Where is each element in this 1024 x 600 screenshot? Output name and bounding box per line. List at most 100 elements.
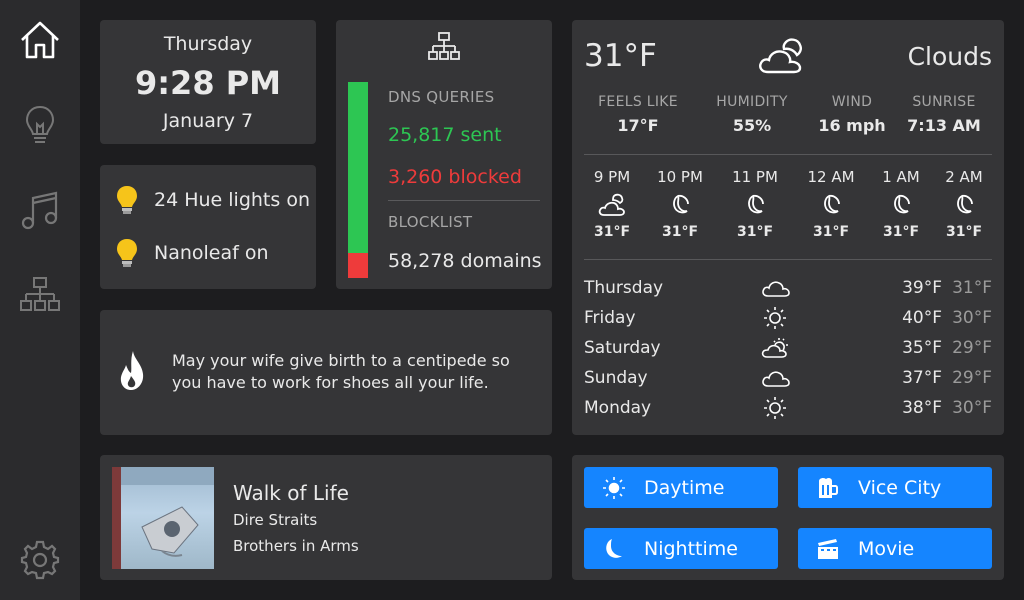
daytime-scene-button[interactable]: Daytime: [584, 467, 778, 508]
forecast-high: 40°F: [902, 308, 942, 328]
music-icon[interactable]: [16, 186, 64, 234]
nanoleaf-row[interactable]: Nanoleaf on: [116, 238, 269, 268]
sidebar: [0, 0, 80, 600]
hour-temp: 31°F: [945, 224, 983, 240]
cloud-moon-icon: [759, 38, 802, 74]
stat-value: 7:13 AM: [907, 116, 981, 135]
sun-icon: [764, 397, 786, 419]
fire-icon: [120, 351, 144, 390]
bulb-icon: [117, 239, 137, 267]
gear-icon[interactable]: [16, 536, 64, 584]
dns-card: DNS QUERIES 25,817 sent 3,260 blocked BL…: [336, 20, 552, 289]
bulb-icon[interactable]: [16, 100, 64, 148]
stat-label: SUNRISE: [912, 94, 976, 110]
stat-sunrise: SUNRISE 7:13 AM: [894, 94, 994, 135]
forecast-high: 37°F: [902, 368, 942, 388]
moon-icon: [894, 194, 910, 214]
cloud-icon: [762, 371, 790, 387]
stat-label: WIND: [831, 94, 873, 110]
clock-day: Thursday: [163, 33, 253, 55]
moon-icon: [673, 194, 689, 214]
hour-time: 11 PM: [732, 168, 778, 186]
dns-blocked-bar: [348, 253, 368, 278]
hourly-item: 12 AM 31°F: [801, 168, 861, 240]
hour-temp: 31°F: [661, 224, 699, 240]
forecast-high: 35°F: [902, 338, 942, 358]
forecast-day: Thursday: [584, 278, 664, 298]
movie-scene-button[interactable]: Movie: [798, 528, 992, 569]
partly-cloudy-icon: [761, 338, 788, 358]
network-icon: [428, 32, 460, 60]
track-artist: Dire Straits: [233, 511, 318, 529]
clock-time: 9:28 PM: [134, 64, 282, 102]
vice-city-scene-button[interactable]: Vice City: [798, 467, 992, 508]
stat-value: 17°F: [617, 116, 659, 135]
nanoleaf-label: Nanoleaf on: [154, 242, 269, 264]
hour-temp: 31°F: [882, 224, 920, 240]
hue-lights-row[interactable]: 24 Hue lights on: [116, 185, 310, 215]
quote-text: May your wife give birth to a centipede …: [172, 351, 510, 392]
hour-time: 10 PM: [657, 168, 703, 186]
nighttime-label: Nighttime: [644, 537, 738, 560]
hue-lights-label: 24 Hue lights on: [154, 189, 310, 211]
dns-sent-value: 25,817 sent: [388, 124, 502, 146]
hourly-item: 11 PM 31°F: [725, 168, 785, 240]
hour-temp: 31°F: [593, 224, 631, 240]
hour-time: 9 PM: [593, 168, 631, 186]
weather-card: 31°F Clouds FEELS LIKE 17°F HUMIDITY 55%…: [572, 20, 1004, 435]
nighttime-scene-button[interactable]: Nighttime: [584, 528, 778, 569]
cloud-moon-icon: [598, 193, 625, 216]
clapperboard-icon: [818, 538, 838, 559]
dns-divider: [388, 200, 540, 201]
forecast-day: Friday: [584, 308, 636, 328]
network-icon[interactable]: [16, 272, 64, 320]
current-temp: 31°F: [584, 38, 657, 74]
forecast-row: Saturday 35°F 29°F: [584, 334, 992, 364]
hourly-item: 9 PM 31°F: [582, 168, 642, 240]
guitar-artwork: [121, 467, 214, 557]
moon-icon: [606, 538, 622, 558]
forecast-row: Sunday 37°F 29°F: [584, 364, 992, 394]
stat-label: HUMIDITY: [716, 94, 788, 110]
moon-icon: [957, 194, 973, 214]
forecast-high: 38°F: [902, 398, 942, 418]
scenes-card: Daytime Vice City Nighttime Movie: [572, 455, 1004, 580]
hour-time: 2 AM: [945, 168, 983, 186]
blocklist-domains-value: 58,278 domains: [388, 250, 542, 272]
forecast-low: 29°F: [952, 368, 992, 388]
bulb-icon: [117, 186, 137, 214]
forecast-low: 29°F: [952, 338, 992, 358]
forecast-low: 31°F: [952, 278, 992, 298]
current-condition: Clouds: [907, 42, 992, 71]
home-icon[interactable]: [16, 16, 64, 64]
cloud-icon: [762, 281, 790, 297]
hour-temp: 31°F: [812, 224, 850, 240]
divider: [584, 259, 992, 260]
forecast-low: 30°F: [952, 308, 992, 328]
album-cover[interactable]: [112, 467, 214, 569]
forecast-day: Sunday: [584, 368, 648, 388]
hour-temp: 31°F: [736, 224, 774, 240]
vice-city-label: Vice City: [858, 476, 942, 499]
lights-card[interactable]: 24 Hue lights on Nanoleaf on: [100, 165, 316, 289]
clock-date: January 7: [162, 110, 254, 132]
moon-icon: [824, 194, 840, 214]
stat-value: 55%: [732, 116, 772, 135]
movie-label: Movie: [858, 537, 915, 560]
dns-blocked-value: 3,260 blocked: [388, 166, 522, 188]
forecast-row: Monday 38°F 30°F: [584, 394, 992, 424]
hourly-item: 10 PM 31°F: [650, 168, 710, 240]
forecast-high: 39°F: [902, 278, 942, 298]
stat-value: 16 mph: [818, 116, 886, 135]
forecast-row: Thursday 39°F 31°F: [584, 274, 992, 304]
music-card[interactable]: Walk of Life Dire Straits Brothers in Ar…: [100, 455, 552, 580]
forecast-day: Saturday: [584, 338, 661, 358]
hour-time: 12 AM: [807, 168, 855, 186]
stat-label: FEELS LIKE: [598, 94, 678, 110]
beer-mug-icon: [819, 477, 838, 498]
moon-icon: [748, 194, 764, 214]
clock-card: Thursday 9:28 PM January 7: [100, 20, 316, 144]
track-title: Walk of Life: [233, 481, 349, 505]
track-album: Brothers in Arms: [233, 537, 359, 555]
hourly-item: 1 AM 31°F: [871, 168, 931, 240]
